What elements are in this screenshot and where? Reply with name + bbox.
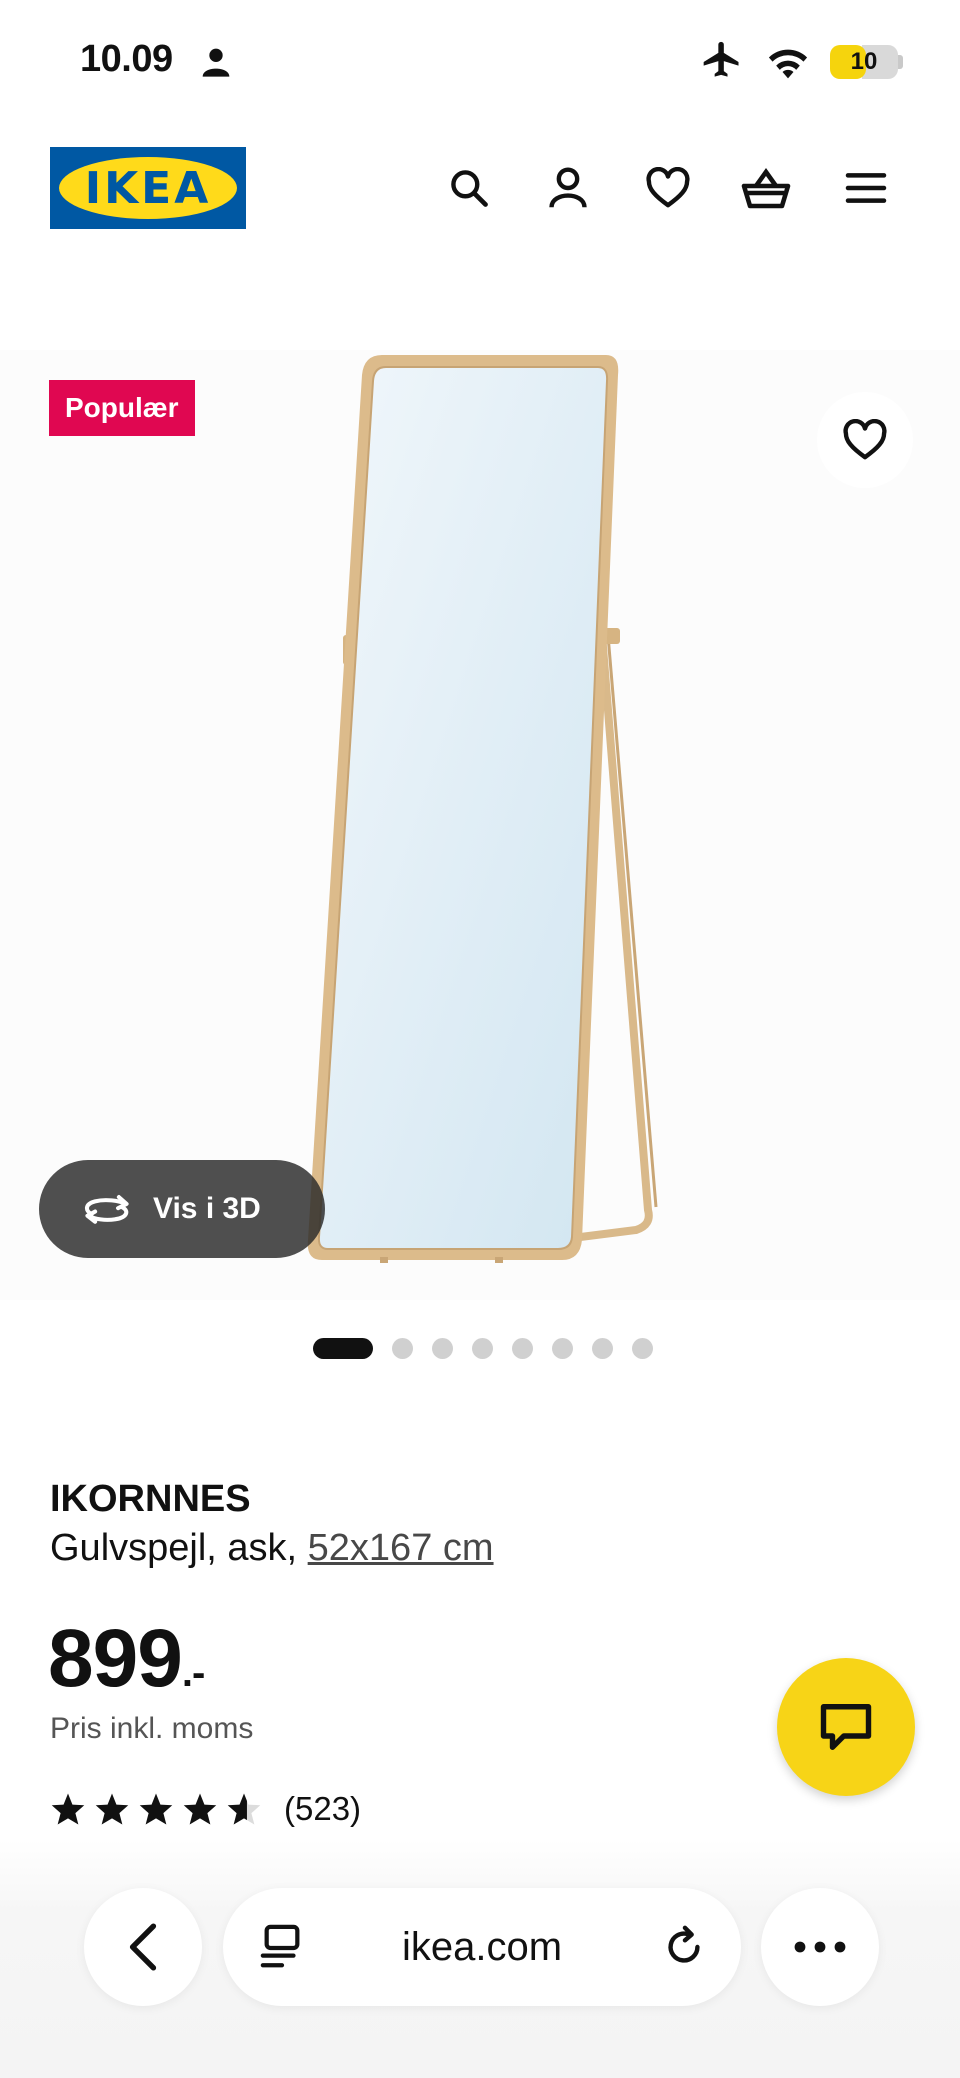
ikea-logo[interactable]: IKEA xyxy=(50,147,246,229)
view-3d-button[interactable]: Vis i 3D xyxy=(39,1160,325,1258)
battery-cap xyxy=(898,55,903,69)
carousel-dot[interactable] xyxy=(592,1337,613,1359)
product-name: IKORNNES xyxy=(50,1478,251,1520)
price-value: 899 xyxy=(48,1613,183,1704)
star-icon xyxy=(51,1793,85,1825)
wifi-icon xyxy=(768,49,808,79)
star-icon xyxy=(95,1793,129,1825)
carousel-dot[interactable] xyxy=(632,1337,653,1359)
carousel-dot[interactable] xyxy=(512,1337,533,1359)
logo-oval: IKEA xyxy=(59,157,237,219)
back-button[interactable] xyxy=(84,1888,202,2006)
heart-icon[interactable] xyxy=(640,160,696,216)
heart-icon xyxy=(843,419,887,460)
chat-icon xyxy=(820,1704,872,1750)
popular-badge: Populær xyxy=(49,380,195,436)
carousel-dot[interactable] xyxy=(392,1337,413,1359)
rating-stars[interactable] xyxy=(50,1792,262,1826)
chat-button[interactable] xyxy=(777,1658,915,1796)
address-bar[interactable]: ikea.com xyxy=(223,1888,741,2006)
star-icon xyxy=(139,1793,173,1825)
rating-count[interactable]: (523) xyxy=(284,1790,361,1828)
favorite-button[interactable] xyxy=(817,392,913,488)
carousel-dot[interactable] xyxy=(472,1337,493,1359)
star-icon xyxy=(183,1793,217,1825)
logo-text: IKEA xyxy=(84,162,212,214)
product-price: 899.- xyxy=(48,1612,205,1706)
carousel-dot[interactable] xyxy=(432,1337,453,1359)
status-time: 10.09 xyxy=(80,38,173,80)
reload-icon[interactable] xyxy=(661,1924,707,1970)
carousel-dot[interactable] xyxy=(552,1337,573,1359)
mirror-product-image[interactable] xyxy=(300,345,670,1280)
account-icon[interactable] xyxy=(540,160,596,216)
price-note: Pris inkl. moms xyxy=(50,1712,254,1745)
carousel-dots[interactable] xyxy=(313,1337,653,1359)
person-icon xyxy=(202,48,230,77)
ellipsis-icon xyxy=(794,1941,846,1953)
search-icon[interactable] xyxy=(441,160,497,216)
more-options-button[interactable] xyxy=(761,1888,879,2006)
rotate-3d-icon xyxy=(84,1195,129,1224)
battery-level: 10 xyxy=(850,48,878,75)
view-3d-label: Vis i 3D xyxy=(153,1192,261,1225)
carousel-dot[interactable] xyxy=(313,1337,373,1359)
chevron-left-icon xyxy=(129,1923,157,1971)
airplane-mode-icon xyxy=(703,41,739,77)
basket-icon[interactable] xyxy=(738,160,794,216)
product-size-link[interactable]: 52x167 cm xyxy=(308,1527,494,1569)
product-type: Gulvspejl, ask, xyxy=(50,1527,308,1569)
half-star-icon xyxy=(227,1793,261,1825)
product-description: Gulvspejl, ask, 52x167 cm xyxy=(50,1527,494,1570)
menu-icon[interactable] xyxy=(838,160,894,216)
price-suffix: .- xyxy=(181,1651,205,1695)
